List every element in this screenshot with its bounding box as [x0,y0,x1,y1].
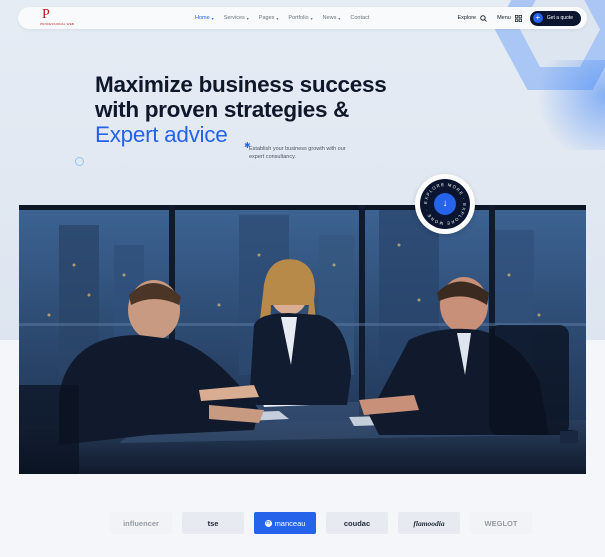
plus-icon: + [532,13,543,23]
hero-subtext: Establish your business growth with our … [249,146,346,160]
search-icon [480,14,487,22]
get-quote-button[interactable]: + Get a quote [529,10,581,26]
explore-label: Explore [457,15,477,21]
client-logo-name: flamoodia [413,518,445,528]
chevron-down-icon: ▾ [310,15,313,21]
blue-glow-decoration [525,60,605,150]
menu-label: Menu [497,15,511,21]
nav-item-contact[interactable]: Contact [350,15,369,21]
hero-photo [19,205,586,474]
client-logo-name: coudac [343,518,371,528]
client-logos: influencer tse m manceau coudac flamoodi… [110,512,532,534]
nav-item-label: Contact [350,15,370,21]
client-logo-name: tse [207,518,219,528]
client-logo-weglot: WEGLOT [470,512,532,534]
chevron-down-icon: ▾ [211,15,214,21]
top-navbar: P PROFESSIONAL WEB Home ▾ Services ▾ Pag… [18,7,587,29]
client-logo-tse: tse [182,512,244,534]
chevron-down-icon: ▾ [338,15,341,21]
client-logo-flamoodia: flamoodia [398,512,460,534]
arrow-down-icon[interactable]: ↓ [434,193,456,215]
nav-item-portfolio[interactable]: Portfolio ▾ [288,15,312,21]
nav-actions: Explore Menu + Get a quote [457,7,581,29]
nav-item-home[interactable]: Home ▾ [195,15,214,21]
client-logo-name: influencer [123,518,159,528]
meeting-photo-illustration [19,205,586,474]
hero-headline-line1: Maximize business success [95,72,387,97]
explore-button[interactable]: Explore [457,14,487,22]
hero-headline-line2: with proven strategies & [95,97,350,122]
hero-headline-accent: Expert advice [95,122,228,147]
nav-item-label: Pages [258,15,275,21]
nav-item-services[interactable]: Services ▾ [224,15,249,21]
nav-item-label: Services [223,15,245,21]
client-logo-influencer: influencer [110,512,172,534]
nav-links: Home ▾ Services ▾ Pages ▾ Portfolio ▾ Ne… [195,7,369,29]
logo-letter: P [42,7,50,22]
manceau-mark-icon: m [264,519,272,527]
menu-button[interactable]: Menu [497,14,522,22]
nav-item-label: News [322,15,337,21]
client-logo-name: manceau [274,518,306,528]
nav-item-news[interactable]: News ▾ [323,15,341,21]
nav-item-label: Portfolio [288,15,309,21]
hero-headline: Maximize business success with proven st… [95,72,415,147]
nav-item-pages[interactable]: Pages ▾ [259,15,279,21]
chevron-down-icon: ▾ [276,15,279,21]
grid-icon [514,14,522,22]
nav-item-label: Home [195,15,210,21]
client-logo-manceau: m manceau [254,512,316,534]
explore-more-badge[interactable]: EXPLORE MORE · EXPLORE MORE · ↓ [415,174,475,234]
ring-decoration [75,157,84,166]
chevron-down-icon: ▾ [246,15,249,21]
client-logo-name: WEGLOT [484,518,518,528]
get-quote-label: Get a quote [546,15,573,21]
logo-tagline: PROFESSIONAL WEB [40,22,75,26]
client-logo-coudac: coudac [326,512,388,534]
site-logo[interactable]: P PROFESSIONAL WEB [40,7,80,27]
